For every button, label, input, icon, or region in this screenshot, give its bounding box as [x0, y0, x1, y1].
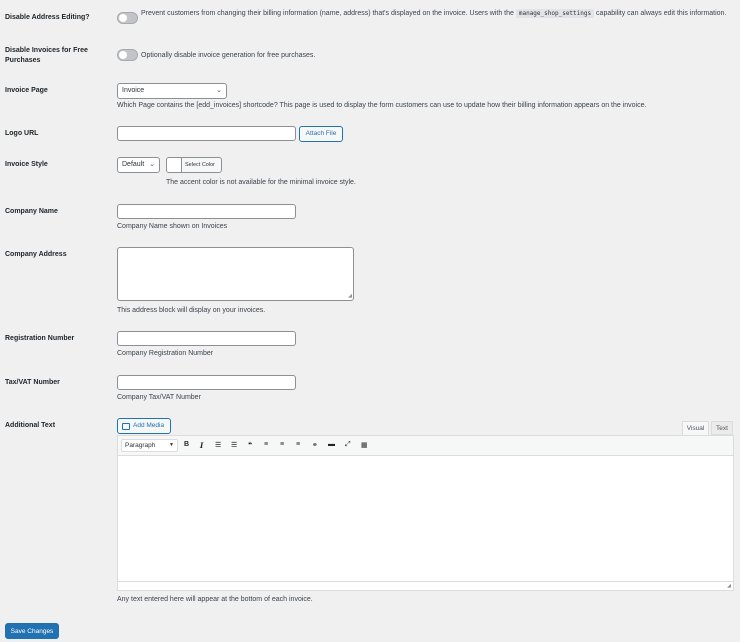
add-media-label: Add Media	[133, 422, 165, 429]
editor-statusbar: ◢	[118, 581, 733, 590]
tax-vat-label: Tax/VAT Number	[5, 379, 60, 386]
company-address-description: This address block will display on your …	[117, 307, 266, 314]
logo-url-input[interactable]	[117, 126, 296, 141]
disable-address-desc-text-2: capability can always edit this informat…	[594, 10, 727, 17]
disable-free-label-line2: Purchases	[5, 57, 41, 64]
disable-address-toggle[interactable]	[117, 12, 138, 24]
registration-number-description: Company Registration Number	[117, 350, 214, 357]
company-name-description: Company Name shown on Invoices	[117, 223, 228, 230]
blockquote-icon[interactable]: ❝	[248, 441, 252, 449]
disable-address-desc-text: Prevent customers from changing their bi…	[141, 10, 516, 17]
resize-handle-icon[interactable]: ◢	[727, 584, 731, 589]
resize-handle-icon[interactable]: ◢	[348, 294, 352, 299]
invoice-page-select[interactable]: Invoice ⌄	[117, 83, 227, 99]
logo-url-label: Logo URL	[5, 130, 39, 137]
numbered-list-icon[interactable]: ☰	[231, 441, 237, 449]
disable-address-description: Prevent customers from changing their bi…	[141, 9, 731, 19]
invoice-page-description: Which Page contains the [edd_invoices] s…	[117, 102, 647, 109]
invoice-page-value: Invoice	[122, 87, 145, 94]
tax-vat-input[interactable]	[117, 375, 296, 390]
link-icon[interactable]: ⚭	[312, 441, 318, 449]
invoice-style-label: Invoice Style	[5, 161, 48, 168]
editor-toolbar	[118, 436, 733, 456]
align-center-icon[interactable]: ≡	[280, 441, 284, 448]
registration-number-label: Registration Number	[5, 335, 75, 342]
additional-text-label: Additional Text	[5, 422, 56, 429]
read-more-icon[interactable]: ▬	[328, 441, 335, 448]
capability-code: manage_shop_settings	[515, 9, 595, 18]
align-right-icon[interactable]: ≡	[296, 441, 300, 448]
toolbar-toggle-icon[interactable]: ▦	[361, 441, 368, 449]
format-value: Paragraph	[125, 442, 156, 449]
registration-number-input[interactable]	[117, 331, 296, 346]
dropdown-arrow-icon: ▼	[169, 442, 174, 448]
invoice-style-select[interactable]: Default ⌄	[117, 157, 160, 173]
bold-icon[interactable]: B	[184, 441, 189, 448]
disable-free-toggle[interactable]	[117, 49, 138, 61]
editor-content-area[interactable]	[118, 457, 733, 581]
chevron-down-icon: ⌄	[149, 161, 155, 168]
invoice-page-label: Invoice Page	[5, 87, 48, 94]
company-address-label: Company Address	[5, 251, 67, 258]
additional-text-description: Any text entered here will appear at the…	[117, 596, 313, 603]
company-name-label: Company Name	[5, 208, 58, 215]
save-changes-button[interactable]: Save Changes	[5, 623, 59, 639]
fullscreen-icon[interactable]: ⤢	[345, 441, 351, 449]
bullet-list-icon[interactable]: ☰	[215, 441, 221, 449]
invoice-style-description: The accent color is not available for th…	[166, 179, 356, 186]
select-color-button[interactable]: Select Color	[166, 157, 222, 173]
add-media-button[interactable]: Add Media	[117, 418, 171, 434]
invoice-style-value: Default	[122, 161, 145, 168]
format-select[interactable]: Paragraph ▼	[121, 439, 178, 452]
disable-free-label: Disable Invoices for Free Purchases	[5, 46, 88, 66]
attach-file-button[interactable]: Attach File	[299, 126, 343, 142]
company-address-textarea[interactable]: ◢	[117, 247, 354, 301]
chevron-down-icon: ⌄	[216, 87, 222, 94]
disable-address-label: Disable Address Editing?	[5, 14, 90, 21]
tab-text[interactable]: Text	[711, 421, 733, 435]
disable-free-label-line1: Disable Invoices for Free	[5, 47, 88, 54]
company-name-input[interactable]	[117, 204, 296, 219]
italic-icon[interactable]: I	[200, 441, 203, 450]
additional-text-editor: ◢	[117, 435, 734, 591]
tab-visual[interactable]: Visual	[682, 421, 709, 436]
tax-vat-description: Company Tax/VAT Number	[117, 394, 201, 401]
select-color-label: Select Color	[185, 162, 215, 168]
align-left-icon[interactable]: ≡	[264, 441, 268, 448]
color-swatch	[167, 158, 182, 172]
add-media-icon	[122, 423, 130, 430]
disable-free-description: Optionally disable invoice generation fo…	[141, 52, 316, 59]
